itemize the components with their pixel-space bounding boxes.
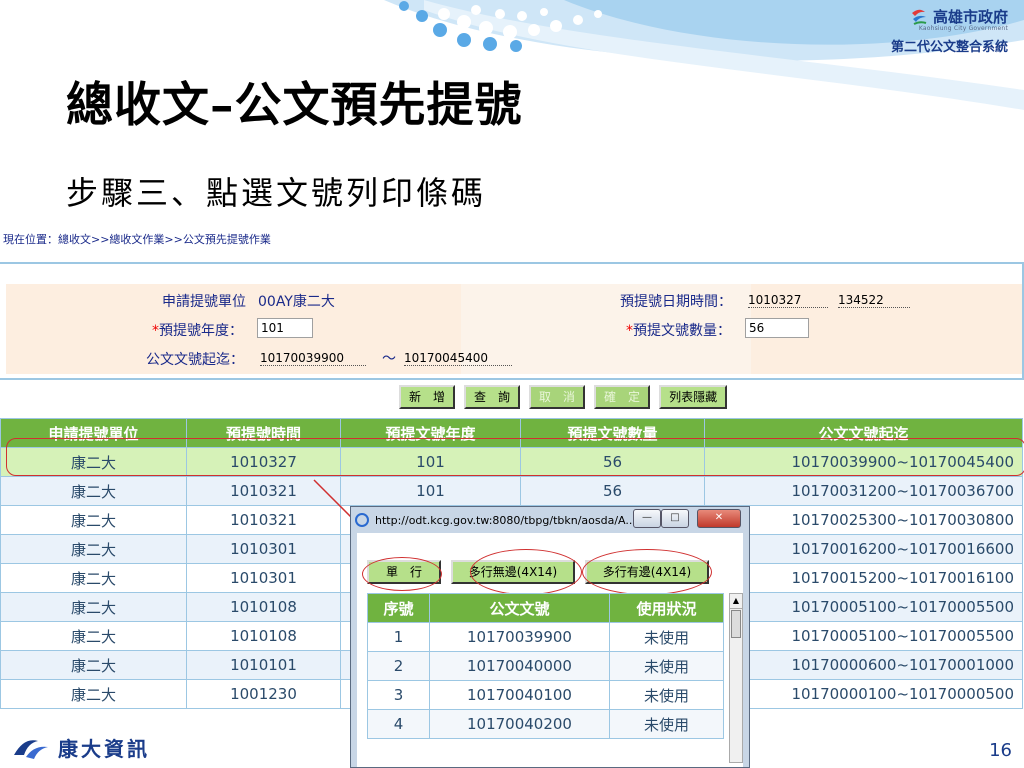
cell-doc-number: 10170040100 [429,680,610,710]
list-item[interactable]: 4 10170040200 未使用 [367,709,724,739]
barcode-number-table: 序號 公文文號 使用狀況 1 10170039900 未使用 2 1017004000… [367,593,724,739]
time-value: 134522 [838,293,910,308]
cell-seq: 2 [367,651,430,681]
cell-time: 1010101 [186,650,341,680]
year-input[interactable] [257,318,313,338]
range-separator: ～ [382,351,396,367]
highlight-oval [582,549,712,595]
cell-range: 10170031200~10170036700 [704,476,1023,506]
gov-name: 高雄市政府 [932,8,1008,26]
cell-status: 未使用 [609,680,724,710]
unit-label: 申請提號單位 [162,294,246,310]
range-label: 公文文號起迄： [146,352,244,368]
browser-icon [355,513,369,527]
cell-seq: 3 [367,680,430,710]
cell-range: 10170005100~10170005500 [704,592,1023,622]
cell-unit: 康二大 [0,621,187,651]
cell-time: 1010301 [186,563,341,593]
action-toolbar: 新 增 查 詢 取 消 確 定 列表隱藏 [399,385,728,409]
cell-unit: 康二大 [0,650,187,680]
cell-unit: 康二大 [0,505,187,535]
cell-doc-number: 10170039900 [429,622,610,652]
list-item[interactable]: 2 10170040000 未使用 [367,651,724,681]
scroll-up-icon[interactable]: ▲ [730,594,742,609]
cell-seq: 1 [367,622,430,652]
query-button[interactable]: 查 詢 [464,385,521,409]
gov-logo: 高雄市政府 Kaohsiung City Government 第二代公文整合系… [891,6,1008,55]
popup-body: 單 行 多行無邊(4X14) 多行有邊(4X14) 序號 公文文號 使用狀況 1… [357,533,743,767]
new-button[interactable]: 新 增 [399,385,456,409]
cell-unit: 康二大 [0,563,187,593]
cell-time: 1010108 [186,592,341,622]
cell-range: 10170000600~10170001000 [704,650,1023,680]
cell-range: 10170005100~10170005500 [704,621,1023,651]
company-logo: 康大資訊 [12,733,150,762]
cell-unit: 康二大 [0,679,187,709]
col-header-seq: 序號 [367,593,430,623]
page-number: 16 [989,740,1012,761]
popup-url: http://odt.kcg.gov.tw:8080/tbpg/tbkn/aos… [375,513,636,527]
slide-subtitle: 步驟三、點選文號列印條碼 [66,174,487,212]
cell-seq: 4 [367,709,430,739]
toggle-list-button[interactable]: 列表隱藏 [659,385,728,409]
highlight-oval [362,557,442,591]
cell-range: 10170025300~10170030800 [704,505,1023,535]
range-from: 10170039900 [260,351,366,366]
cell-range: 10170016200~10170016600 [704,534,1023,564]
cell-time: 1001230 [186,679,341,709]
cell-status: 未使用 [609,622,724,652]
barcode-print-popup: http://odt.kcg.gov.tw:8080/tbpg/tbkn/aos… [350,506,750,768]
cell-status: 未使用 [609,651,724,681]
selected-row-highlight [6,438,1024,476]
popup-scrollbar[interactable]: ▲ [729,593,743,763]
breadcrumb: 現在位置：總收文>>總收文作業>>公文預先提號作業 [3,233,271,246]
col-header-status: 使用狀況 [609,593,724,623]
qty-label: 預提文號數量： [633,323,731,339]
cell-unit: 康二大 [0,592,187,622]
qty-input[interactable] [745,318,809,338]
list-item[interactable]: 1 10170039900 未使用 [367,622,724,652]
system-name: 第二代公文整合系統 [890,40,1008,55]
year-label-wrap: *預提號年度： [152,320,243,340]
year-label: 預提號年度： [159,323,243,339]
range-to: 10170045400 [404,351,512,366]
cell-time: 1010301 [186,534,341,564]
required-mark: * [626,323,633,339]
cancel-button[interactable]: 取 消 [529,385,586,409]
cell-time: 1010108 [186,621,341,651]
minimize-button[interactable]: — [633,509,661,528]
cell-qty: 56 [520,476,705,506]
qty-label-wrap: *預提文號數量： [626,320,731,340]
highlight-oval [470,549,582,595]
slide-title: 總收文–公文預先提號 [66,78,523,133]
table-row[interactable]: 康二大 1010321 101 56 10170031200~10170036700 [0,476,1023,506]
col-header-doc-number: 公文文號 [429,593,610,623]
close-button[interactable]: ✕ [697,509,741,528]
maximize-button[interactable]: □ [661,509,689,528]
list-item[interactable]: 3 10170040100 未使用 [367,680,724,710]
cell-doc-number: 10170040000 [429,651,610,681]
kangda-logo-icon [14,739,48,759]
scroll-thumb[interactable] [731,610,741,638]
company-name: 康大資訊 [58,737,150,761]
unit-value: 00AY康二大 [258,294,335,310]
cell-unit: 康二大 [0,534,187,564]
required-mark: * [152,323,159,339]
cell-status: 未使用 [609,709,724,739]
date-value: 1010327 [748,293,828,308]
confirm-button[interactable]: 確 定 [594,385,651,409]
cell-range: 10170015200~10170016100 [704,563,1023,593]
cell-unit: 康二大 [0,476,187,506]
cell-doc-number: 10170040200 [429,709,610,739]
datetime-label: 預提號日期時間： [620,294,732,310]
cell-range: 10170000100~10170000500 [704,679,1023,709]
kaohsiung-logo-icon [911,9,927,25]
